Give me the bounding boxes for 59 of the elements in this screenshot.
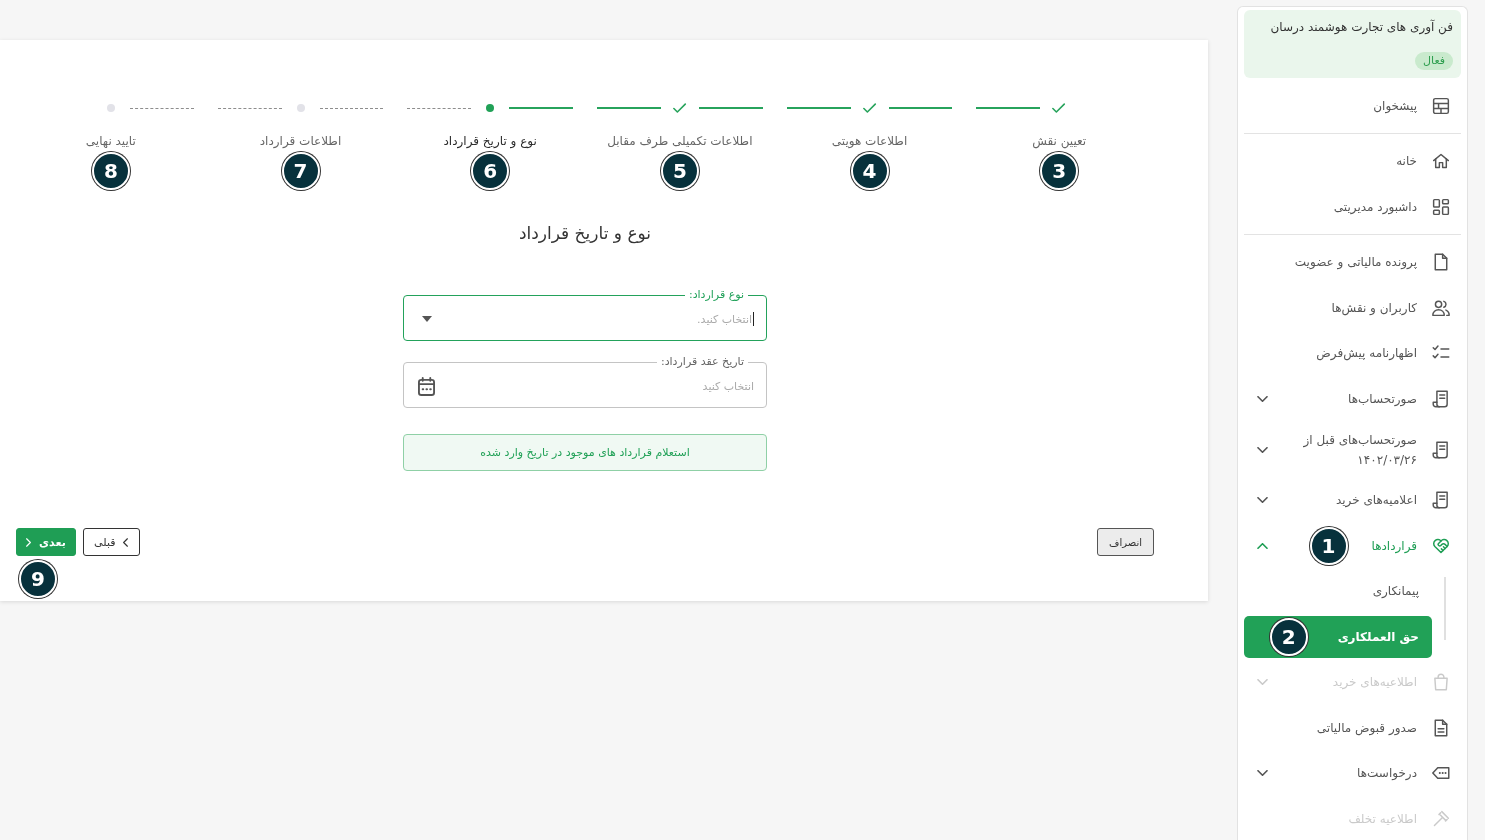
chevron-down-icon[interactable] xyxy=(1257,497,1268,504)
sidebar-item[interactable]: پیشخوان xyxy=(1244,83,1461,129)
annotation-marker: 7 xyxy=(281,152,320,190)
receipt-icon xyxy=(1432,440,1450,459)
select-input[interactable]: انتخاب کنید. xyxy=(432,310,752,328)
step-label: تعیین نقش xyxy=(1032,134,1087,148)
form-title: نوع و تاریخ قرارداد xyxy=(518,222,652,245)
status-badge: فعال xyxy=(1415,52,1453,70)
step-label: تایید نهایی xyxy=(85,134,136,148)
step-label: نوع و تاریخ قرارداد xyxy=(443,134,537,148)
text-cursor-icon xyxy=(753,312,754,326)
sidebar-item[interactable]: درخواست‌ها xyxy=(1244,750,1461,796)
chevron-right-icon xyxy=(26,537,31,547)
field-label: تاریخ عقد قرارداد: xyxy=(659,355,745,369)
hammer-icon xyxy=(1432,809,1450,828)
annotation-marker: 8 xyxy=(91,152,130,190)
annotation-marker: 4 xyxy=(850,152,889,190)
chevron-up-icon[interactable] xyxy=(1257,542,1268,549)
sidebar-item[interactable]: پرونده مالیاتی و عضویت xyxy=(1244,239,1461,285)
step-label: اطلاعات قرارداد xyxy=(259,134,342,148)
chevron-down-icon[interactable] xyxy=(1257,395,1268,402)
sidebar-item[interactable]: اعلامیه‌های خرید xyxy=(1244,477,1461,523)
sidebar-item[interactable]: صورتحساب‌های قبل از ۱۴۰۲/۰۳/۲۶ xyxy=(1244,421,1461,478)
receipt-icon xyxy=(1432,389,1450,408)
sidebar-item[interactable]: داشبورد مدیریتی xyxy=(1244,184,1461,230)
previous-button[interactable]: قبلی xyxy=(82,528,140,556)
home-icon xyxy=(1432,152,1450,171)
annotation-marker: 9 xyxy=(19,560,57,598)
step-label: اطلاعات تکمیلی طرف مقابل xyxy=(607,134,753,148)
annotation-marker: 2 xyxy=(1269,618,1308,656)
date-field[interactable]: تاریخ عقد قرارداد: انتخاب کنید xyxy=(403,355,767,408)
company-name: فن آوری های تجارت هوشمند درسان xyxy=(1270,19,1453,35)
sidebar-item[interactable]: صدور قبوض مالیاتی xyxy=(1244,705,1461,751)
sidebar-item[interactable]: کاربران و نقش‌ها xyxy=(1244,285,1461,331)
cancel-button[interactable]: انصراف xyxy=(1097,528,1154,556)
file-icon xyxy=(1432,253,1450,272)
chevron-down-icon[interactable] xyxy=(1257,446,1268,453)
annotation-marker: 3 xyxy=(1040,152,1079,190)
caret-down-icon xyxy=(422,316,432,322)
document-icon xyxy=(1432,718,1450,737)
sidebar-item[interactable]: صورتحساب‌ها xyxy=(1244,376,1461,422)
field-label: نوع قرارداد: xyxy=(687,288,745,302)
handshake-icon xyxy=(1432,536,1450,555)
annotation-marker: 5 xyxy=(660,152,699,190)
chevron-left-icon xyxy=(123,537,129,547)
sidebar-item[interactable]: خانه xyxy=(1244,138,1461,184)
annotation-marker: 6 xyxy=(471,152,510,190)
sidebar-item[interactable]: اظهارنامه پیش‌فرض xyxy=(1244,330,1461,376)
step-label: اطلاعات هویتی xyxy=(831,134,908,148)
shopping-bag-icon xyxy=(1432,673,1450,692)
users-icon xyxy=(1432,298,1450,317)
sidebar-subitem[interactable]: پیمانکاری xyxy=(1244,568,1432,614)
calendar-icon xyxy=(418,376,435,396)
receipt-icon xyxy=(1432,491,1450,510)
date-input[interactable]: انتخاب کنید xyxy=(435,377,754,395)
annotation-marker: 1 xyxy=(1309,526,1348,565)
grid-icon xyxy=(1432,197,1450,216)
chevron-down-icon[interactable] xyxy=(1257,770,1268,777)
dashboard-icon xyxy=(1432,96,1450,115)
